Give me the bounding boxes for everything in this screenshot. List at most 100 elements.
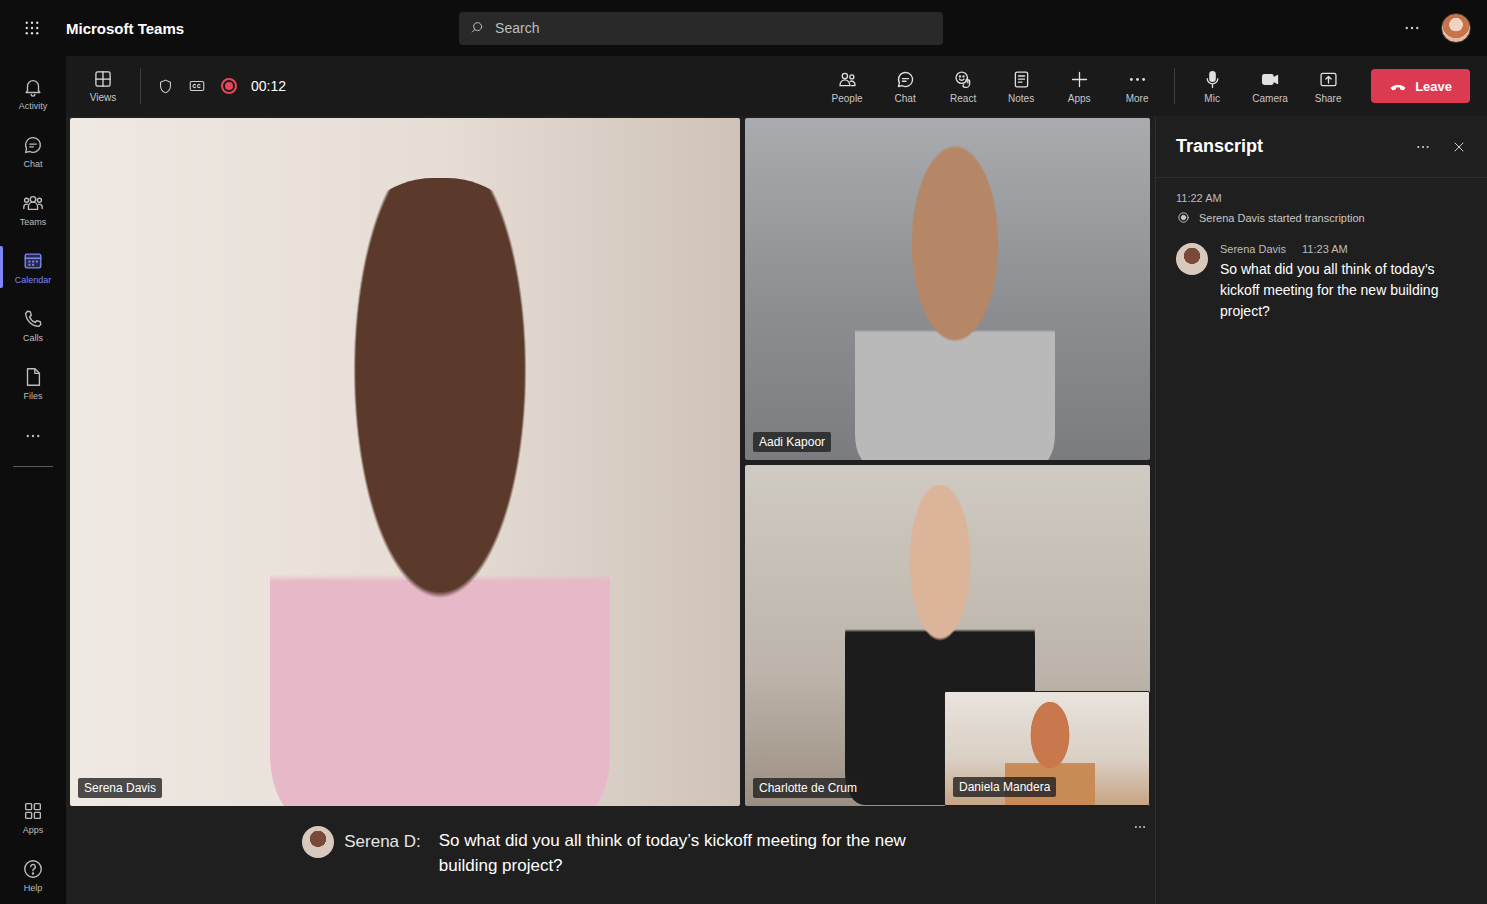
- top-right-controls: [1403, 13, 1471, 43]
- plus-icon[interactable]: [1069, 69, 1090, 90]
- device-button[interactable]: Camera: [1241, 69, 1299, 104]
- device-button[interactable]: Mic: [1183, 69, 1241, 104]
- views-label[interactable]: Views: [90, 92, 117, 103]
- teams-icon[interactable]: [22, 192, 44, 214]
- views-button[interactable]: Views: [74, 69, 132, 103]
- toolbar-divider: [1174, 68, 1175, 104]
- teams-window: Microsoft Teams Activity Chat Teams Calendar…: [0, 0, 1487, 904]
- file-icon[interactable]: [22, 366, 44, 388]
- title-bar: Microsoft Teams: [0, 0, 1487, 56]
- toolbar-button[interactable]: Apps: [1050, 69, 1108, 104]
- react-icon[interactable]: [953, 69, 974, 90]
- rail-label[interactable]: Calls: [23, 333, 43, 343]
- chat-icon[interactable]: [22, 134, 44, 156]
- camera-icon[interactable]: [1260, 69, 1281, 90]
- search-icon: [471, 20, 487, 36]
- rail-label[interactable]: Teams: [20, 217, 47, 227]
- calendar-icon[interactable]: [22, 250, 44, 272]
- recording-indicator: [213, 78, 245, 94]
- more-icon[interactable]: [1127, 69, 1148, 90]
- participant-name: Charlotte de Crum: [753, 778, 863, 798]
- video-tile[interactable]: Serena Davis: [70, 118, 740, 806]
- more-apps[interactable]: [0, 412, 66, 460]
- people-icon[interactable]: [837, 69, 858, 90]
- device-label[interactable]: Mic: [1204, 93, 1220, 104]
- more-icon[interactable]: [1415, 139, 1431, 155]
- rail-item[interactable]: Calendar: [0, 238, 66, 296]
- device-button[interactable]: Share: [1299, 69, 1357, 104]
- toolbar-button[interactable]: Chat: [876, 69, 934, 104]
- leave-label[interactable]: Leave: [1415, 79, 1452, 94]
- rail-item[interactable]: Apps: [0, 788, 66, 846]
- toolbar-button[interactable]: Notes: [992, 69, 1050, 104]
- rail-label[interactable]: Chat: [23, 159, 42, 169]
- toolbar-button[interactable]: People: [818, 69, 876, 104]
- speaker-avatar: [302, 826, 334, 858]
- toolbar-label[interactable]: Chat: [895, 93, 916, 104]
- rail-label[interactable]: Calendar: [15, 275, 52, 285]
- shield-icon[interactable]: [157, 78, 174, 95]
- toolbar-label[interactable]: More: [1126, 93, 1149, 104]
- rail-spacer: [0, 473, 66, 788]
- captions-icon[interactable]: [188, 77, 206, 95]
- transcript-panel: Transcript11:22 AMSerena Davis started t…: [1155, 116, 1487, 904]
- toolbar-button[interactable]: React: [934, 69, 992, 104]
- hang-up-icon[interactable]: [1389, 77, 1407, 95]
- more-icon[interactable]: [24, 427, 42, 445]
- toolbar-label[interactable]: React: [950, 93, 976, 104]
- search-box[interactable]: [459, 12, 943, 45]
- video-grid: Serena DavisAadi KapoorCharlotte de Crum…: [66, 116, 1155, 808]
- rail-item[interactable]: Help: [0, 846, 66, 904]
- rail-label[interactable]: Apps: [23, 825, 44, 835]
- help-icon[interactable]: [22, 858, 44, 880]
- rail-item[interactable]: Chat: [0, 122, 66, 180]
- toolbar-label[interactable]: Apps: [1068, 93, 1091, 104]
- caption-line: Serena D:So what did you all think of to…: [302, 832, 919, 878]
- caption-speaker: Serena D:: [344, 832, 421, 852]
- meeting-options[interactable]: [149, 78, 181, 95]
- video-stage: Serena DavisAadi KapoorCharlotte de Crum…: [66, 116, 1155, 904]
- device-label[interactable]: Share: [1315, 93, 1342, 104]
- recording-dot: [225, 82, 233, 90]
- rail-item[interactable]: Teams: [0, 180, 66, 238]
- meeting-area: Views 00:12 People Chat React Notes Apps More Mi…: [66, 56, 1487, 904]
- meeting-timer: 00:12: [251, 78, 286, 94]
- share-icon[interactable]: [1318, 69, 1339, 90]
- bell-icon[interactable]: [22, 76, 44, 98]
- caption-text: So what did you all think of today’s kic…: [439, 828, 919, 878]
- toolbar-divider: [140, 68, 141, 104]
- video-tile[interactable]: Aadi Kapoor: [745, 118, 1150, 460]
- meeting-content: Serena DavisAadi KapoorCharlotte de Crum…: [66, 116, 1487, 904]
- video-tile[interactable]: Daniela Mandera: [944, 691, 1150, 806]
- rail-label[interactable]: Files: [23, 391, 42, 401]
- more-icon[interactable]: [1403, 19, 1421, 37]
- waffle-icon[interactable]: [23, 19, 41, 37]
- rail-item[interactable]: Activity: [0, 64, 66, 122]
- profile-avatar[interactable]: [1441, 13, 1471, 43]
- toolbar-button[interactable]: More: [1108, 69, 1166, 104]
- phone-icon[interactable]: [22, 308, 44, 330]
- close-icon[interactable]: [1451, 139, 1467, 155]
- captions-button[interactable]: [181, 77, 213, 95]
- transcript-actions: [1415, 139, 1467, 155]
- chat-icon[interactable]: [895, 69, 916, 90]
- video-tile[interactable]: Charlotte de Crum Daniela Mandera: [745, 465, 1150, 807]
- notes-icon[interactable]: [1011, 69, 1032, 90]
- speaker-avatar: [1176, 243, 1208, 275]
- toolbar-label[interactable]: People: [832, 93, 863, 104]
- search-input[interactable]: [493, 19, 931, 37]
- toolbar-label[interactable]: Notes: [1008, 93, 1034, 104]
- captions-menu[interactable]: [1133, 820, 1147, 838]
- app-launcher[interactable]: [20, 19, 44, 37]
- microphone-icon[interactable]: [1202, 69, 1223, 90]
- transcript-entry: Serena Davis11:23 AMSo what did you all …: [1176, 243, 1467, 322]
- rail-label[interactable]: Help: [24, 883, 43, 893]
- apps-icon[interactable]: [22, 800, 44, 822]
- rail-item[interactable]: Calls: [0, 296, 66, 354]
- more-icon[interactable]: [1133, 820, 1147, 834]
- device-label[interactable]: Camera: [1252, 93, 1288, 104]
- leave-button[interactable]: Leave: [1371, 69, 1470, 103]
- rail-item[interactable]: Files: [0, 354, 66, 412]
- rail-label[interactable]: Activity: [19, 101, 48, 111]
- views-icon[interactable]: [93, 69, 113, 89]
